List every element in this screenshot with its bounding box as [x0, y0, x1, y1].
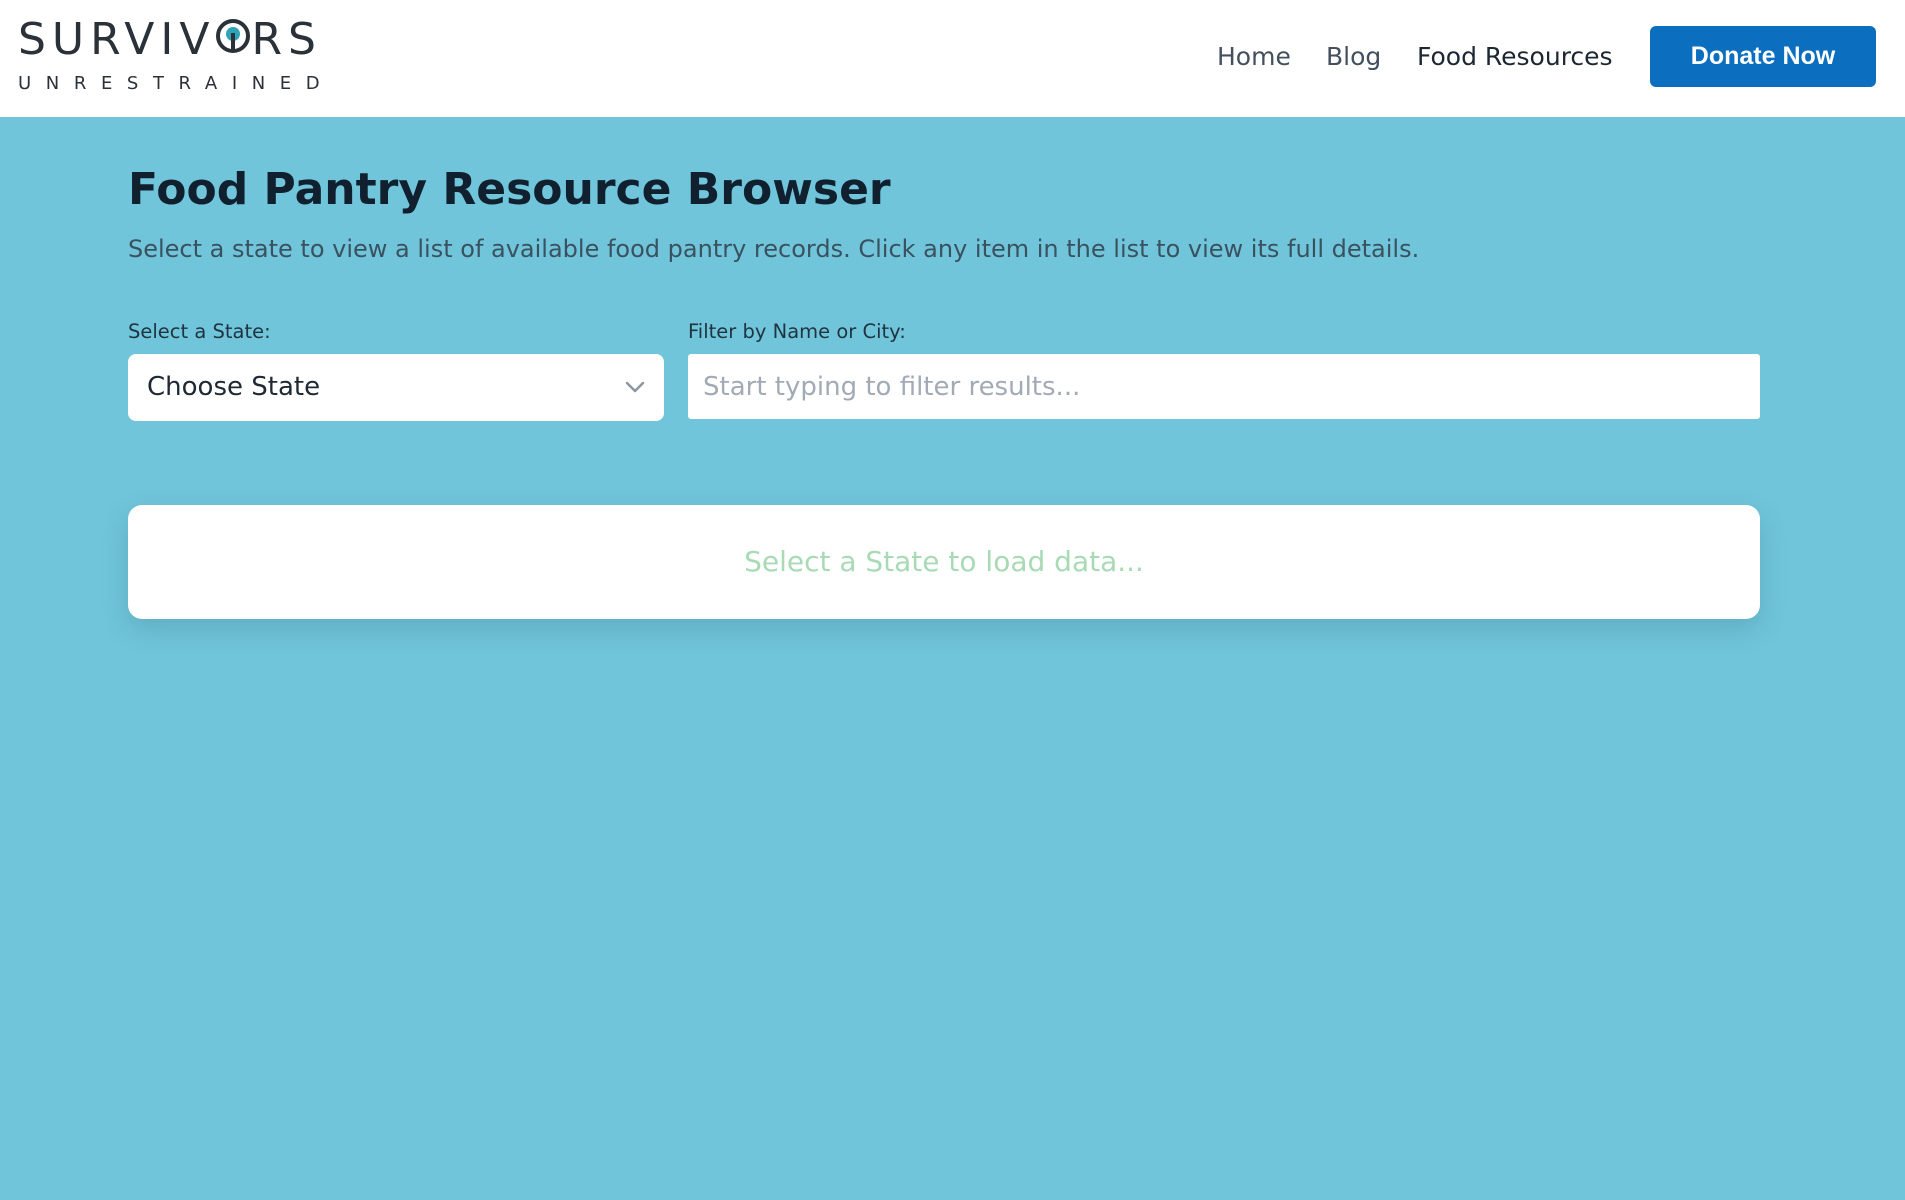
empty-state-message: Select a State to load data...: [744, 545, 1144, 578]
donate-now-button[interactable]: Donate Now: [1650, 26, 1876, 87]
page-subtitle: Select a state to view a list of availab…: [128, 235, 1420, 263]
site-header: SURVIV RS UNRESTRAINED Home Blog Food Res…: [0, 0, 1905, 117]
state-select[interactable]: Choose State: [128, 354, 664, 421]
site-logo[interactable]: SURVIV RS UNRESTRAINED: [18, 18, 320, 98]
nav-home[interactable]: Home: [1217, 40, 1291, 74]
filter-input[interactable]: [688, 354, 1760, 419]
nav-blog[interactable]: Blog: [1326, 40, 1381, 74]
page-title: Food Pantry Resource Browser: [128, 164, 891, 215]
logo-wordmark: SURVIV RS: [18, 14, 322, 65]
logo-tagline: UNRESTRAINED: [18, 73, 335, 94]
chevron-down-icon: [625, 381, 645, 393]
state-select-value: Choose State: [147, 372, 321, 402]
logo-person-icon: [216, 19, 251, 53]
results-panel: Select a State to load data...: [128, 505, 1760, 619]
filter-input-label: Filter by Name or City:: [688, 320, 906, 343]
state-select-label: Select a State:: [128, 320, 271, 343]
nav-food-resources[interactable]: Food Resources: [1417, 40, 1613, 74]
